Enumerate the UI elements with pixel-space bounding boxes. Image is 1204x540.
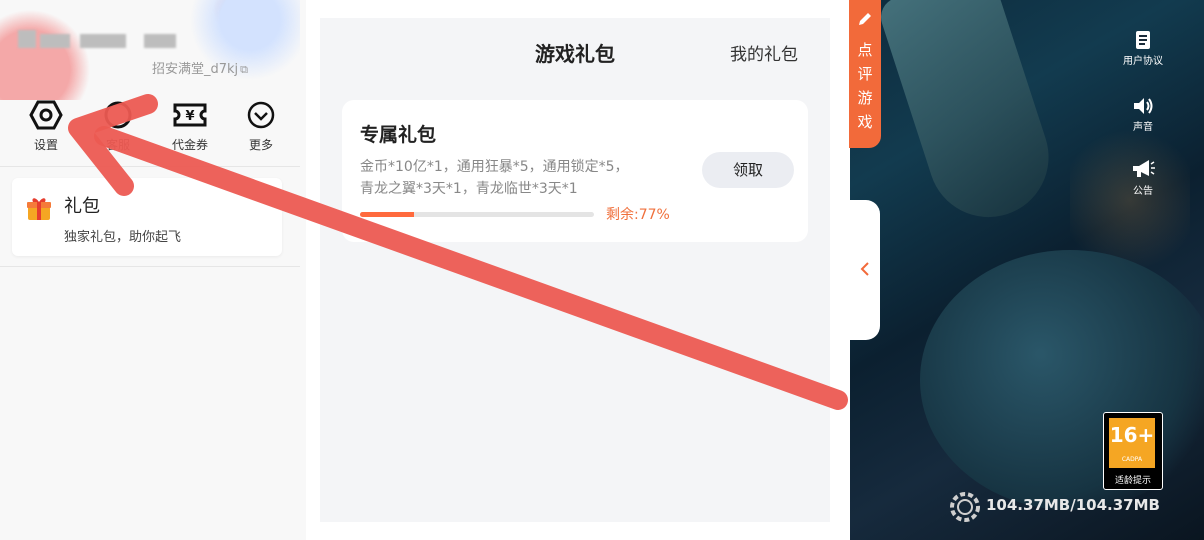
- age-rating-hint: 适龄提示: [1114, 476, 1151, 486]
- copy-link-icon[interactable]: ⧉: [240, 63, 248, 76]
- package-desc-line: 青龙之翼*3天*1，青龙临世*3天*1: [360, 181, 578, 197]
- game-art-blade: [875, 0, 1065, 233]
- blurred-name-block: [144, 34, 176, 48]
- sound-button[interactable]: 声音: [1108, 96, 1178, 133]
- service-icon: [104, 101, 132, 129]
- blurred-name-block: [80, 34, 126, 48]
- voucher-label: 代金券: [171, 138, 208, 152]
- more-label: 更多: [248, 138, 273, 152]
- svg-text:¥: ¥: [185, 109, 194, 124]
- package-description: 金币*10亿*1，通用狂暴*5，通用锁定*5， 青龙之翼*3天*1，青龙临世*3…: [360, 156, 680, 200]
- gift-entry-card[interactable]: 礼包 独家礼包，助你起飞: [12, 178, 282, 256]
- chevron-left-icon: [860, 262, 869, 276]
- service-button[interactable]: 客服: [88, 100, 148, 153]
- review-game-tab[interactable]: 点评游戏: [849, 0, 881, 148]
- voucher-icon: ¥: [173, 103, 207, 127]
- settings-hexagon-icon: [29, 100, 63, 130]
- progress-fill: [360, 212, 414, 217]
- service-label: 客服: [105, 138, 130, 152]
- user-agreement-button[interactable]: 用户协议: [1108, 30, 1178, 67]
- speaker-icon: [1134, 98, 1153, 114]
- gift-panel-content: 游戏礼包 我的礼包 专属礼包 金币*10亿*1，通用狂暴*5，通用锁定*5， 青…: [320, 18, 830, 522]
- more-button[interactable]: 更多: [231, 100, 291, 153]
- pencil-icon: [859, 13, 871, 25]
- announcement-button[interactable]: 公告: [1108, 158, 1178, 197]
- divider: [0, 266, 300, 267]
- announcement-label: 公告: [1133, 186, 1153, 197]
- remaining-progress-bar: [360, 212, 594, 217]
- age-rating-brand: CADPA: [1121, 456, 1143, 463]
- claim-button[interactable]: 领取: [702, 152, 794, 188]
- download-size-text: 104.37MB/104.37MB: [986, 496, 1160, 514]
- user-id-text[interactable]: 招安满堂_d7kj ⧉: [152, 58, 248, 77]
- sound-label: 声音: [1133, 122, 1153, 133]
- age-rating-number: 16+: [1109, 423, 1155, 447]
- divider: [0, 166, 300, 167]
- document-icon: [1136, 31, 1150, 49]
- gift-box-icon: [27, 198, 51, 220]
- megaphone-icon: [1133, 160, 1155, 177]
- voucher-button[interactable]: ¥ 代金券: [160, 100, 220, 153]
- gift-panel: 游戏礼包 我的礼包 专属礼包 金币*10亿*1，通用狂暴*5，通用锁定*5， 青…: [306, 0, 850, 540]
- more-chevron-icon: [247, 101, 275, 129]
- package-title: 专属礼包: [360, 124, 437, 146]
- settings-label: 设置: [33, 138, 58, 152]
- age-rating-badge: 16+ CADPA 适龄提示: [1103, 412, 1163, 490]
- gift-package-card: 专属礼包 金币*10亿*1，通用狂暴*5，通用锁定*5， 青龙之翼*3天*1，青…: [342, 100, 808, 242]
- user-id-label: 招安满堂_d7kj: [152, 62, 239, 77]
- collapse-panel-tab[interactable]: [850, 200, 880, 340]
- blurred-name-block: [40, 34, 70, 48]
- my-gifts-link[interactable]: 我的礼包: [730, 40, 798, 65]
- user-agreement-label: 用户协议: [1123, 56, 1163, 67]
- review-game-label: 点评游戏: [857, 41, 873, 131]
- package-desc-line: 金币*10亿*1，通用狂暴*5，通用锁定*5，: [360, 159, 629, 175]
- gift-card-subtitle: 独家礼包，助你起飞: [64, 230, 182, 245]
- settings-button[interactable]: 设置: [16, 100, 76, 153]
- blurred-avatar-block: [18, 30, 36, 48]
- remaining-text: 剩余:77%: [606, 207, 670, 223]
- left-sidebar: 招安满堂_d7kj ⧉ 设置 客服 ¥ 代金券 更多 礼包 独家礼包，助你起飞: [0, 0, 306, 540]
- download-ring-icon: [950, 492, 980, 522]
- profile-header-blurred: [0, 0, 300, 100]
- gift-card-title: 礼包: [64, 196, 100, 217]
